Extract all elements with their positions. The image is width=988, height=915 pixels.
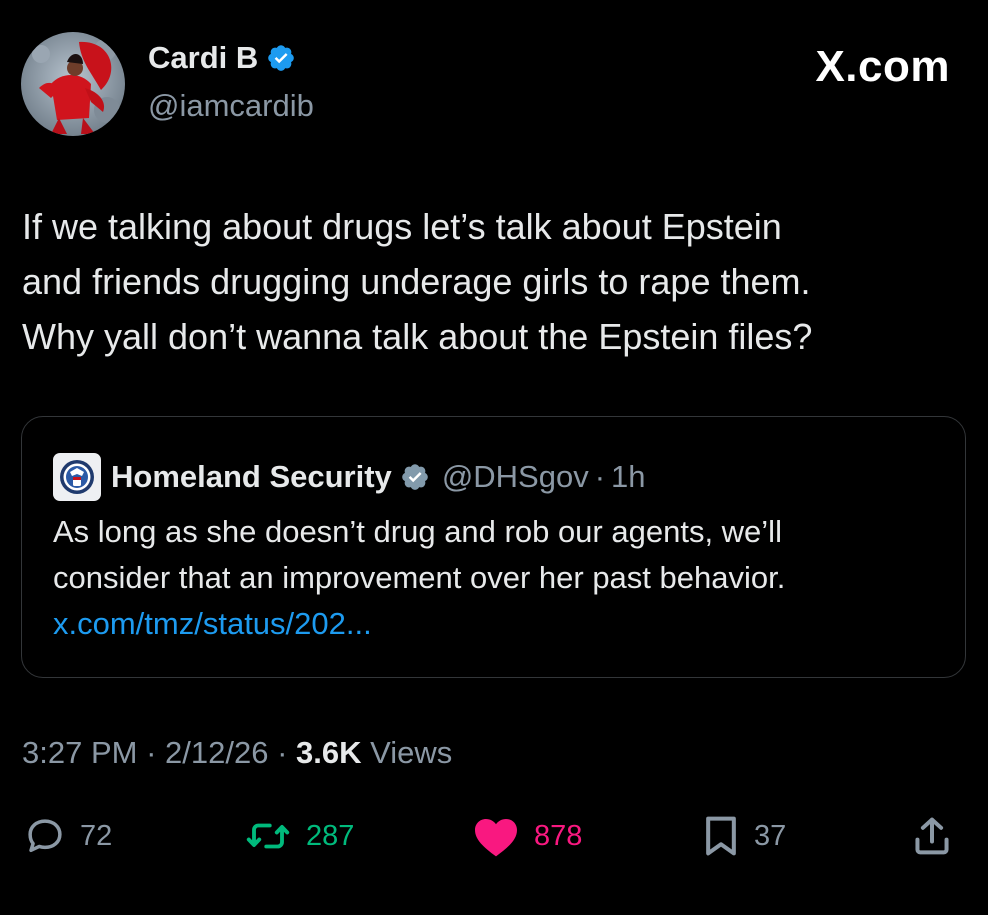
dot-separator: ·: [146, 735, 157, 770]
dot-separator: ·: [594, 459, 606, 494]
quote-line: consider that an improvement over her pa…: [53, 560, 786, 595]
bookmark-count: 37: [754, 819, 787, 852]
action-bar: 72 287 878 37: [0, 808, 988, 864]
reply-button[interactable]: 72: [24, 808, 112, 864]
dot-separator: ·: [277, 735, 288, 770]
heart-filled-icon: [475, 819, 517, 857]
bookmark-icon: [706, 816, 736, 856]
author-name[interactable]: Cardi B: [148, 40, 258, 76]
author-handle[interactable]: @iamcardib: [148, 88, 314, 124]
dhs-seal-icon: [53, 453, 101, 501]
reply-icon: [28, 819, 62, 853]
quote-link[interactable]: x.com/tmz/status/202...: [53, 601, 785, 647]
repost-icon: [246, 823, 290, 849]
tweet-line: Why yall don’t wanna talk about the Epst…: [22, 316, 813, 357]
repost-button[interactable]: 287: [244, 808, 354, 864]
quote-author-name[interactable]: Homeland Security: [111, 459, 392, 495]
reply-count: 72: [80, 819, 113, 852]
share-button[interactable]: [912, 808, 966, 864]
tweet-line: If we talking about drugs let’s talk abo…: [22, 206, 782, 247]
quoted-tweet-card[interactable]: Homeland Security @DHSgov · 1h As long a…: [21, 416, 966, 678]
like-button[interactable]: 878: [472, 808, 582, 864]
views-label: Views: [370, 735, 453, 770]
verified-badge-icon: [268, 45, 295, 71]
tweet-time[interactable]: 3:27 PM: [22, 735, 137, 770]
quote-timestamp[interactable]: 1h: [611, 459, 645, 495]
like-count: 878: [534, 819, 583, 852]
share-icon: [915, 817, 949, 855]
author-avatar[interactable]: [21, 32, 125, 136]
bookmark-button[interactable]: 37: [702, 808, 786, 864]
tweet-meta: 3:27 PM · 2/12/26 · 3.6K Views: [22, 735, 452, 771]
repost-count: 287: [306, 819, 355, 852]
author-name-row[interactable]: Cardi B: [148, 40, 296, 76]
quote-author-handle[interactable]: @DHSgov: [442, 459, 589, 495]
quote-header: Homeland Security @DHSgov · 1h: [53, 453, 646, 501]
quote-text: As long as she doesn’t drug and rob our …: [53, 509, 785, 647]
tweet-text: If we talking about drugs let’s talk abo…: [22, 199, 962, 364]
tweet-date[interactable]: 2/12/26: [165, 735, 268, 770]
brand-logo: X.com: [815, 42, 950, 91]
tweet-line: and friends drugging underage girls to r…: [22, 261, 811, 302]
views-count[interactable]: 3.6K: [296, 735, 361, 770]
quote-line: As long as she doesn’t drug and rob our …: [53, 514, 782, 549]
government-verified-badge-icon: [402, 464, 428, 490]
